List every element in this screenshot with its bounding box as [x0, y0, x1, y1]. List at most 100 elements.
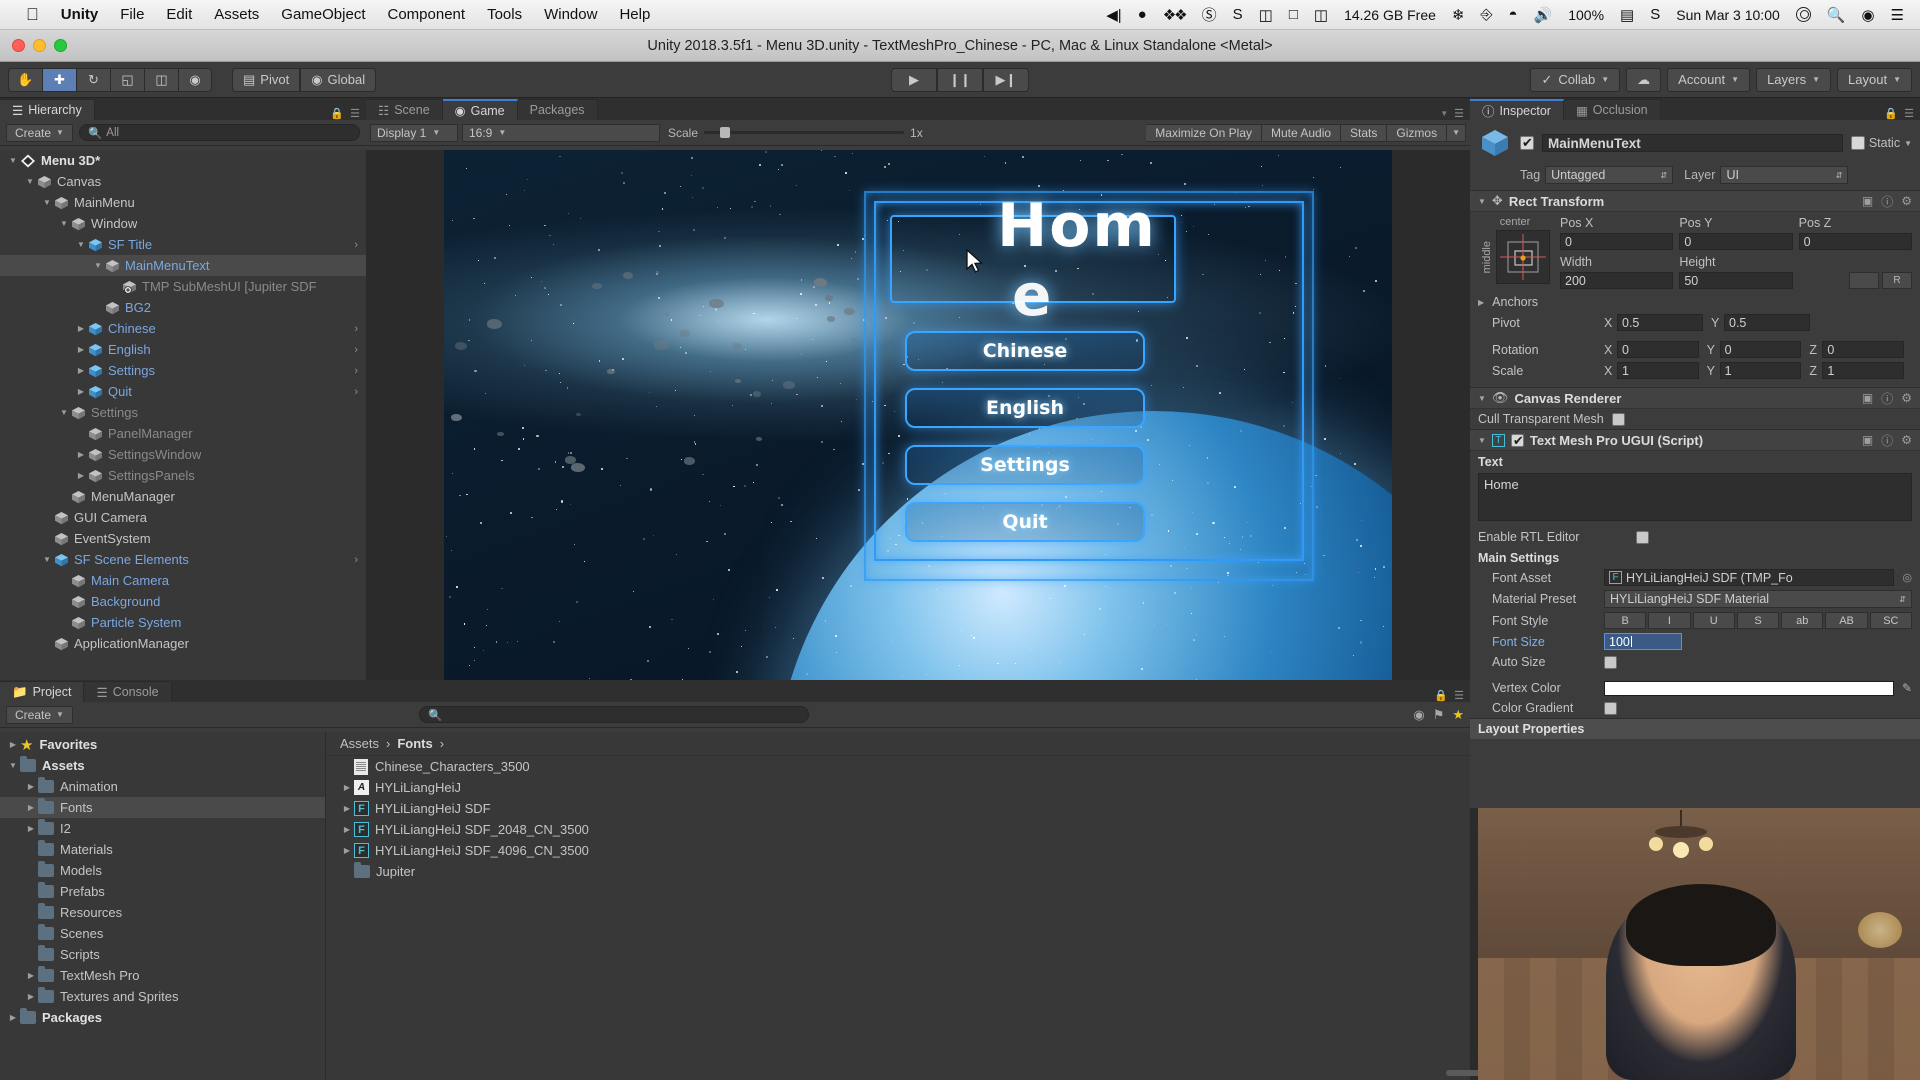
hierarchy-item-settingspanels[interactable]: ▶ SettingsPanels: [0, 465, 366, 486]
rotate-tool-icon[interactable]: ↻: [76, 67, 110, 92]
chevron-right-icon[interactable]: ▶: [1478, 298, 1484, 307]
project-folder-models[interactable]: Models: [0, 860, 325, 881]
menu-file[interactable]: File: [120, 6, 144, 23]
rot-z-input[interactable]: 0: [1822, 341, 1905, 358]
chevron-down-icon[interactable]: ▼: [1904, 139, 1912, 148]
hierarchy-tree[interactable]: ▼ Menu 3D* ▼ Canvas ▼ MainMenu ▼ Window ▼ SF Titl…: [0, 150, 366, 680]
tab-hierarchy[interactable]: ☰ Hierarchy: [0, 99, 95, 120]
project-folder-assets[interactable]: ▼ Assets: [0, 755, 325, 776]
menu-component[interactable]: Component: [388, 6, 466, 23]
collab-button[interactable]: ✓ Collab ▼: [1530, 67, 1621, 92]
prefab-open-arrow-icon[interactable]: ›: [354, 554, 358, 566]
recorder-icon[interactable]: ●: [1138, 6, 1147, 23]
tab-project[interactable]: 📁 Project: [0, 681, 85, 702]
chevron-right-icon[interactable]: ▶: [74, 324, 88, 333]
chevron-right-icon[interactable]: ▶: [6, 1013, 20, 1022]
chevron-down-icon[interactable]: ▼: [40, 555, 54, 564]
auto-size-checkbox[interactable]: [1604, 655, 1617, 669]
lock-icon[interactable]: 🔒: [330, 107, 344, 120]
chevron-right-icon[interactable]: ▶: [340, 825, 354, 834]
menu-tools[interactable]: Tools: [487, 6, 522, 23]
panel-menu-icon[interactable]: ☰: [1904, 107, 1914, 120]
filter-type-icon[interactable]: ◉: [1413, 707, 1424, 723]
chevron-right-icon[interactable]: ▶: [74, 387, 88, 396]
pivot-y-input[interactable]: 0.5: [1724, 314, 1810, 331]
chevron-down-icon[interactable]: ▼: [74, 240, 88, 249]
menu-window[interactable]: Window: [544, 6, 597, 23]
pause-button[interactable]: ❙❙: [937, 67, 983, 92]
user-account-icon[interactable]: [1795, 7, 1811, 22]
stats-toggle[interactable]: Stats: [1341, 123, 1388, 142]
font-style-i[interactable]: I: [1648, 612, 1691, 629]
sketch-2-icon[interactable]: S: [1650, 6, 1660, 23]
chevron-down-icon[interactable]: ▼: [1440, 109, 1448, 118]
chevron-down-icon[interactable]: ▼: [91, 261, 105, 270]
panel-menu-icon[interactable]: ☰: [1454, 107, 1464, 120]
tmp-text-input[interactable]: Home: [1478, 473, 1912, 521]
color-gradient-checkbox[interactable]: [1604, 701, 1617, 715]
bluetooth-icon[interactable]: ⎆: [1480, 6, 1492, 23]
hierarchy-item-applicationmanager[interactable]: ApplicationManager: [0, 633, 366, 654]
siri-icon[interactable]: ◉: [1861, 6, 1874, 24]
play-button[interactable]: ▶: [891, 67, 937, 92]
hierarchy-item-settingswindow[interactable]: ▶ SettingsWindow: [0, 444, 366, 465]
hierarchy-item-chinese[interactable]: ▶ Chinese ›: [0, 318, 366, 339]
gear-icon[interactable]: ⚙: [1901, 433, 1912, 447]
rtl-checkbox[interactable]: [1636, 530, 1649, 544]
gizmos-toggle[interactable]: Gizmos: [1387, 123, 1448, 142]
transform-tools-group[interactable]: ✋ ✚ ↻ ◱ ◫ ◉: [8, 67, 212, 92]
favorite-star-icon[interactable]: ★: [1452, 707, 1464, 723]
chevron-right-icon[interactable]: ▶: [24, 782, 38, 791]
monitor-icon[interactable]: □: [1289, 6, 1298, 23]
move-tool-icon[interactable]: ✚: [42, 67, 76, 92]
asset-row[interactable]: ▶ F HYLiLiangHeiJ SDF_4096_CN_3500: [326, 840, 1470, 861]
hierarchy-item-tmp-submeshui-jupiter-sdf[interactable]: TMP SubMeshUI [Jupiter SDF: [0, 276, 366, 297]
hierarchy-item-sf-scene-elements[interactable]: ▼ SF Scene Elements ›: [0, 549, 366, 570]
tag-dropdown[interactable]: Untagged ⇵: [1545, 166, 1674, 184]
hierarchy-create-button[interactable]: Create ▼: [6, 123, 73, 142]
project-search-input[interactable]: 🔍: [418, 706, 809, 723]
chevron-right-icon[interactable]: ▶: [24, 992, 38, 1001]
wifi-icon[interactable]: ◓: [1508, 6, 1517, 23]
tab-occlusion[interactable]: ▦ Occlusion: [1563, 99, 1661, 120]
project-create-button[interactable]: Create ▼: [6, 705, 73, 724]
prefab-open-arrow-icon[interactable]: ›: [354, 323, 358, 335]
textmeshpro-header[interactable]: ▼ T Text Mesh Pro UGUI (Script) ▣ ⓘ ⚙: [1470, 429, 1920, 451]
chevron-right-icon[interactable]: ▶: [340, 783, 354, 792]
blueprint-mode-toggle[interactable]: [1848, 272, 1879, 289]
scale-x-input[interactable]: 1: [1617, 362, 1699, 379]
breadcrumb-assets[interactable]: Assets: [340, 736, 379, 751]
asset-row[interactable]: ▶ F HYLiLiangHeiJ SDF: [326, 798, 1470, 819]
static-checkbox[interactable]: [1850, 136, 1865, 150]
font-style-button-group[interactable]: B I U Sab AB SC: [1604, 612, 1912, 629]
chevron-down-icon[interactable]: ▼: [40, 198, 54, 207]
project-folder-i2[interactable]: ▶ I2: [0, 818, 325, 839]
chevron-down-icon[interactable]: ▼: [6, 761, 20, 770]
hand-tool-icon[interactable]: ✋: [8, 67, 42, 92]
chevron-right-icon[interactable]: ▶: [74, 345, 88, 354]
hierarchy-item-particle-system[interactable]: Particle System: [0, 612, 366, 633]
asset-row[interactable]: Chinese_Characters_3500: [326, 756, 1470, 777]
gear-icon[interactable]: ⚙: [1901, 194, 1912, 208]
macbar-clock[interactable]: Sun Mar 3 10:00: [1676, 7, 1780, 23]
lock-icon[interactable]: 🔒: [1884, 107, 1898, 120]
gear-icon[interactable]: ⚙: [1901, 391, 1912, 405]
tab-game[interactable]: ◉ Game: [442, 99, 518, 120]
filter-label-icon[interactable]: ⚑: [1433, 707, 1445, 723]
project-folder-packages[interactable]: ▶ Packages: [0, 1007, 325, 1028]
control-center-icon[interactable]: ☰: [1891, 6, 1904, 24]
height-input[interactable]: 50: [1679, 272, 1793, 289]
canvas-renderer-header[interactable]: ▼ 👁 Canvas Renderer ▣ ⓘ ⚙: [1470, 387, 1920, 409]
menu-assets[interactable]: Assets: [214, 6, 259, 23]
font-style-sc[interactable]: SC: [1869, 612, 1912, 629]
game-button-settings[interactable]: Settings: [905, 444, 1145, 485]
breadcrumb-fonts[interactable]: Fonts: [397, 736, 432, 751]
font-asset-field[interactable]: F HYLiLiangHeiJ SDF (TMP_Fo: [1604, 569, 1895, 586]
hierarchy-item-gui-camera[interactable]: GUI Camera: [0, 507, 366, 528]
layers-button[interactable]: Layers ▼: [1756, 67, 1832, 92]
volume-icon[interactable]: 🔊: [1534, 6, 1553, 24]
help-icon[interactable]: ⓘ: [1881, 390, 1893, 407]
pivot-group[interactable]: ▤ Pivot ◉ Global: [232, 67, 377, 92]
font-size-input[interactable]: 100: [1604, 633, 1682, 650]
project-folder-prefabs[interactable]: Prefabs: [0, 881, 325, 902]
